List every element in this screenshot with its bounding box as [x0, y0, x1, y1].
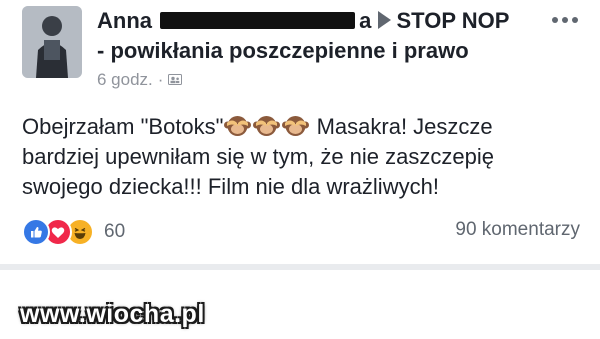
author-name-suffix[interactable]: a — [359, 8, 371, 33]
reaction-count[interactable]: 60 — [104, 221, 125, 243]
site-watermark: www.wiocha.pl — [20, 300, 205, 328]
post-timestamp[interactable]: 6 godz. — [97, 70, 153, 89]
meta-separator: · — [157, 70, 164, 89]
post-header-line: Anna a STOP NOP — [97, 7, 547, 35]
post-body: Obejrzałam "Botoks" Masakra! Jeszcze bar… — [22, 112, 582, 202]
avatar-photo-icon — [22, 6, 82, 78]
post-body-text-part: Obejrzałam "Botoks" — [22, 114, 224, 139]
group-audience-icon — [168, 74, 183, 86]
reactions-summary[interactable]: 60 — [22, 218, 125, 246]
group-name-part2[interactable]: - powikłania poszczepienne i prawo — [97, 37, 469, 65]
see-no-evil-monkey-icon — [282, 116, 310, 136]
redaction-bar — [160, 11, 356, 29]
see-no-evil-monkey-icon — [224, 116, 252, 136]
post-body-line-1: Obejrzałam "Botoks" Masakra! Jeszcze — [22, 112, 582, 142]
author-avatar[interactable] — [22, 6, 82, 78]
facebook-post: Anna a STOP NOP - powikłania poszczepien… — [0, 0, 600, 270]
post-meta: 6 godz. · — [97, 69, 183, 91]
comments-count-link[interactable]: 90 komentarzy — [425, 219, 580, 241]
post-body-line-3: swojego dziecka!!! Film nie dla wrażliwy… — [22, 174, 439, 199]
shared-to-arrow-icon — [377, 11, 391, 30]
post-body-text-part: Masakra! Jeszcze — [310, 114, 493, 139]
author-name[interactable]: Anna — [97, 8, 152, 33]
group-name-part1[interactable]: STOP NOP — [397, 8, 510, 33]
see-no-evil-monkey-icon — [253, 116, 281, 136]
post-divider — [0, 264, 600, 270]
more-options-icon[interactable] — [552, 14, 580, 26]
post-body-line-2: bardziej upewniłam się w tym, że nie zas… — [22, 144, 494, 169]
like-reaction-icon — [22, 218, 50, 246]
